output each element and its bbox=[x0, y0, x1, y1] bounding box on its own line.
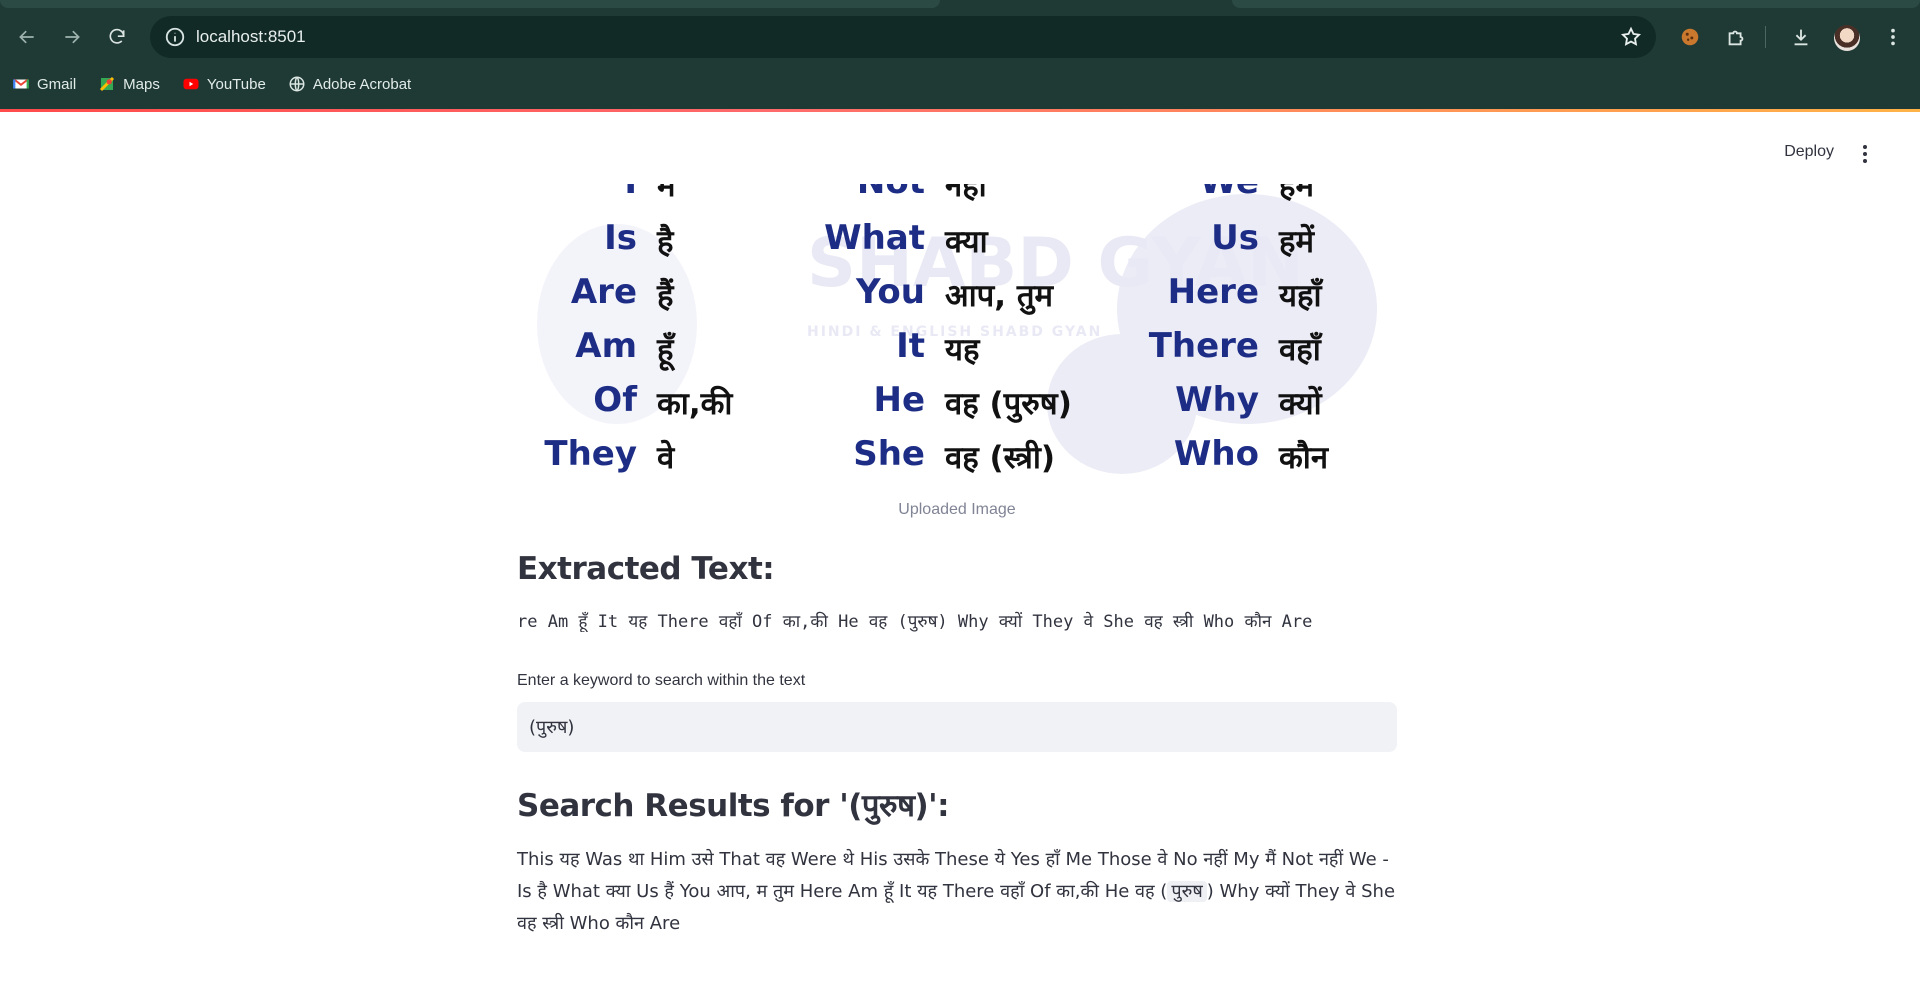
bookmark-adobe-acrobat[interactable]: Adobe Acrobat bbox=[288, 75, 411, 93]
vocab-english-word: Who bbox=[1173, 434, 1259, 474]
extensions-puzzle-icon[interactable] bbox=[1723, 24, 1749, 50]
gmail-icon bbox=[12, 75, 30, 93]
vocab-english-word: I bbox=[624, 184, 637, 202]
vocab-english-word: Are bbox=[570, 272, 637, 312]
vocab-english-word: Is bbox=[604, 218, 637, 258]
vocab-english-word: They bbox=[544, 434, 637, 474]
bookmarks-bar: Gmail Maps YouTube Adobe Acrobat bbox=[12, 70, 411, 98]
extracted-text-content: re Am हूँ It यह There वहाँ Of का,की He व… bbox=[517, 612, 1313, 632]
vocab-english-word: Am bbox=[575, 326, 637, 366]
bookmark-label: YouTube bbox=[206, 75, 266, 93]
bookmark-youtube[interactable]: YouTube bbox=[182, 75, 266, 93]
youtube-icon bbox=[182, 75, 200, 93]
main-content: SHABD GYAN HINDI & ENGLISH SHABD GYAN Iम… bbox=[517, 184, 1397, 940]
vocab-english-word: Us bbox=[1211, 218, 1259, 258]
app-menu-icon[interactable] bbox=[1854, 141, 1876, 167]
vocab-hindi-word: वे bbox=[657, 440, 675, 476]
vocab-english-word: She bbox=[853, 434, 925, 474]
extracted-text-heading: Extracted Text: bbox=[517, 551, 775, 587]
back-icon[interactable] bbox=[12, 22, 42, 52]
vocab-hindi-word: मैं bbox=[657, 184, 676, 204]
vocab-hindi-word: वह (स्त्री) bbox=[945, 440, 1056, 476]
globe-icon bbox=[288, 75, 306, 93]
vocab-hindi-word: क्यों bbox=[1279, 386, 1322, 422]
image-caption: Uploaded Image bbox=[898, 501, 1016, 518]
vocab-hindi-word: क्या bbox=[945, 224, 988, 260]
download-icon[interactable] bbox=[1788, 24, 1814, 50]
app-header-decoration bbox=[0, 109, 1920, 112]
vocab-hindi-word: हूँ bbox=[657, 332, 674, 368]
vocab-hindi-word: का,की bbox=[657, 386, 733, 422]
vocab-english-word: You bbox=[855, 272, 925, 312]
bookmark-label: Gmail bbox=[37, 75, 77, 93]
bookmark-gmail[interactable]: Gmail bbox=[12, 75, 76, 93]
vocab-english-word: Here bbox=[1167, 272, 1259, 312]
tab-inactive[interactable] bbox=[0, 0, 940, 8]
vocab-hindi-word: आप, तुम bbox=[945, 278, 1054, 314]
search-input[interactable]: (पुरुष) bbox=[517, 702, 1397, 752]
vocab-english-word: What bbox=[824, 218, 925, 258]
bookmark-label: Maps bbox=[123, 75, 160, 93]
vocab-english-word: Why bbox=[1175, 380, 1259, 420]
tab-strip bbox=[0, 0, 1920, 8]
browser-toolbar: localhost:8501 bbox=[0, 12, 1920, 62]
vocab-hindi-word: यह bbox=[945, 332, 980, 368]
vocab-hindi-word: है bbox=[657, 224, 674, 260]
deploy-button[interactable]: Deploy bbox=[1784, 143, 1834, 161]
vocab-hindi-word: कौन bbox=[1279, 440, 1329, 476]
vocab-hindi-word: हैं bbox=[657, 278, 674, 314]
forward-icon[interactable] bbox=[57, 22, 87, 52]
address-bar[interactable]: localhost:8501 bbox=[150, 16, 1656, 58]
uploaded-image: SHABD GYAN HINDI & ENGLISH SHABD GYAN Iम… bbox=[517, 184, 1397, 480]
vocab-english-word: There bbox=[1148, 326, 1259, 366]
vocab-hindi-word: वहाँ bbox=[1279, 332, 1321, 368]
search-results-heading: Search Results for '(पुरुष)': bbox=[517, 788, 950, 824]
url-text[interactable]: localhost:8501 bbox=[196, 27, 306, 47]
cookie-extension-icon[interactable] bbox=[1677, 24, 1703, 50]
reload-icon[interactable] bbox=[102, 22, 132, 52]
vocab-english-word: Not bbox=[857, 184, 925, 202]
profile-avatar[interactable] bbox=[1834, 25, 1860, 51]
search-label: Enter a keyword to search within the tex… bbox=[517, 672, 806, 689]
vocab-hindi-word: नहीं bbox=[945, 184, 987, 204]
bookmark-maps[interactable]: Maps bbox=[98, 75, 160, 93]
maps-icon bbox=[98, 75, 116, 93]
site-info-icon[interactable] bbox=[164, 26, 186, 48]
vocab-english-word: It bbox=[896, 326, 925, 366]
vocab-hindi-word: हमें bbox=[1279, 224, 1314, 260]
vocab-english-word: Of bbox=[593, 380, 637, 420]
tab-inactive[interactable] bbox=[1232, 0, 1920, 8]
search-highlight: पुरुष bbox=[1167, 881, 1207, 902]
vocab-english-word: We bbox=[1200, 184, 1259, 202]
vocab-hindi-word: हम bbox=[1279, 184, 1314, 204]
toolbar-separator bbox=[1765, 26, 1766, 48]
browser-chrome: localhost:8501 Gmail Maps YouTube Adobe … bbox=[0, 0, 1920, 112]
search-results-text: This यह Was था Him उसे That वह Were थे H… bbox=[517, 844, 1397, 940]
vocab-hindi-word: वह (पुरुष) bbox=[945, 386, 1072, 422]
vocab-hindi-word: यहाँ bbox=[1279, 278, 1322, 314]
vocab-english-word: He bbox=[873, 380, 925, 420]
browser-menu-icon[interactable] bbox=[1880, 24, 1906, 50]
bookmark-star-icon[interactable] bbox=[1620, 26, 1642, 48]
bookmark-label: Adobe Acrobat bbox=[312, 75, 412, 93]
